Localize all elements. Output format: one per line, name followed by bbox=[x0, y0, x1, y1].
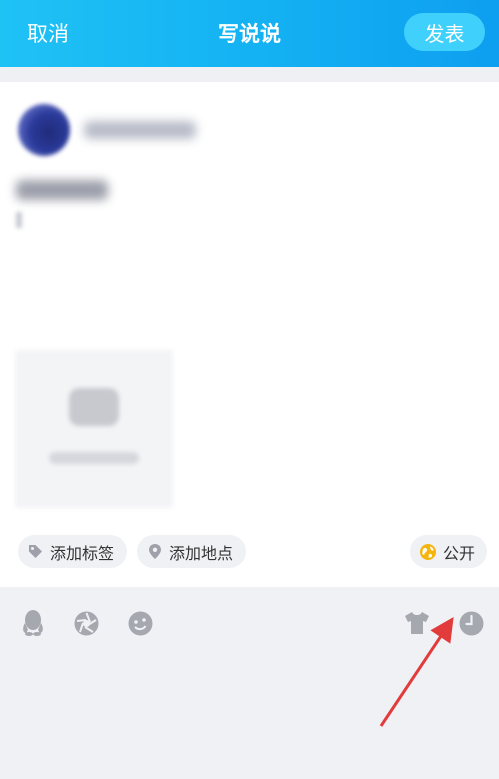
header-bar: 取消 写说说 发表 bbox=[0, 0, 499, 67]
visibility-label: 公开 bbox=[443, 543, 476, 563]
add-tag-label: 添加标签 bbox=[50, 543, 115, 563]
public-globe-icon bbox=[419, 543, 437, 561]
camera-icon bbox=[69, 388, 119, 426]
text-cursor bbox=[16, 212, 22, 228]
bottom-toolbar bbox=[0, 587, 499, 779]
publish-button[interactable]: 发表 bbox=[404, 13, 485, 51]
header-divider bbox=[0, 67, 499, 82]
qq-penguin-icon[interactable] bbox=[19, 609, 47, 637]
post-text-blurred[interactable] bbox=[16, 180, 108, 200]
shirt-icon[interactable] bbox=[403, 609, 431, 637]
emoji-icon[interactable] bbox=[126, 609, 154, 637]
avatar bbox=[18, 104, 70, 156]
nickname-blurred bbox=[84, 121, 196, 139]
add-tag-chip[interactable]: 添加标签 bbox=[18, 535, 127, 568]
camera-shutter-icon[interactable] bbox=[72, 609, 100, 637]
add-location-chip[interactable]: 添加地点 bbox=[137, 535, 246, 568]
add-location-label: 添加地点 bbox=[169, 543, 234, 563]
clock-icon[interactable] bbox=[457, 609, 485, 637]
location-pin-icon bbox=[147, 543, 163, 560]
tag-icon bbox=[27, 543, 44, 560]
add-photo-tile[interactable] bbox=[15, 350, 173, 508]
visibility-chip[interactable]: 公开 bbox=[410, 535, 487, 568]
add-photo-text-blurred bbox=[49, 452, 139, 464]
